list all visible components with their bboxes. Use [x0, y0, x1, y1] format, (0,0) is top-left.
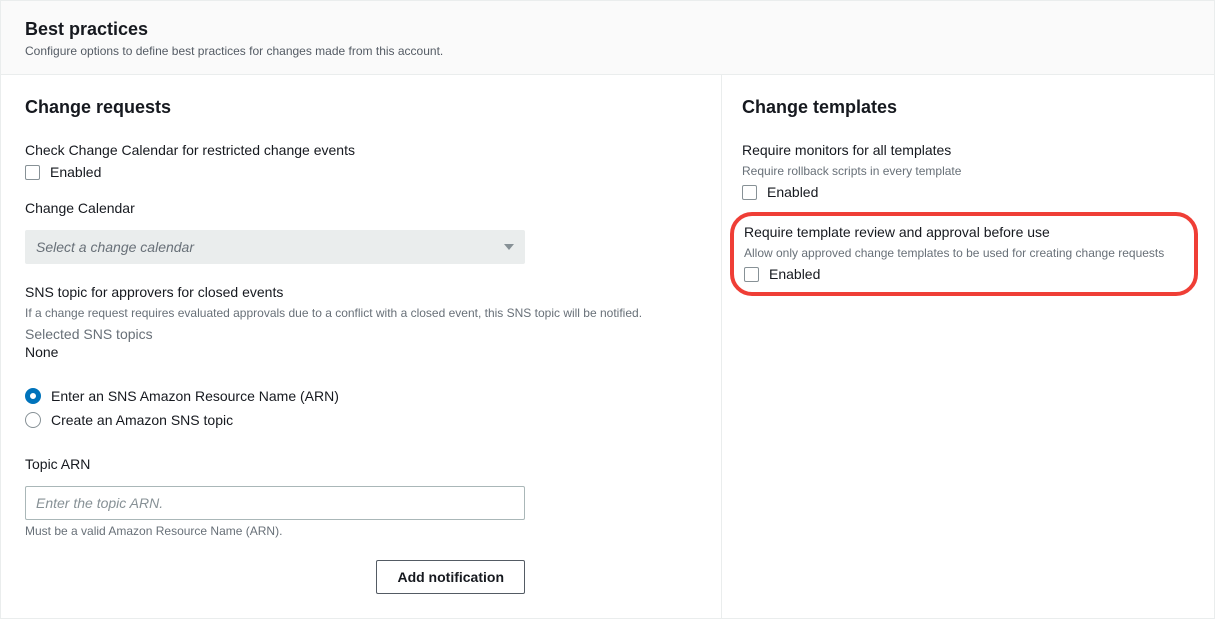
change-requests-section: Change requests Check Change Calendar fo…	[1, 75, 721, 618]
require-monitors-block: Require monitors for all templates Requi…	[742, 142, 1190, 200]
require-monitors-enabled-label: Enabled	[767, 184, 818, 200]
change-templates-title: Change templates	[742, 97, 1190, 118]
topic-arn-hint: Must be a valid Amazon Resource Name (AR…	[25, 524, 697, 538]
panel-subtitle: Configure options to define best practic…	[25, 44, 1190, 58]
chevron-down-icon	[504, 244, 514, 250]
add-notification-button[interactable]: Add notification	[376, 560, 525, 594]
create-topic-radio-label: Create an Amazon SNS topic	[51, 412, 233, 428]
check-calendar-enabled-label: Enabled	[50, 164, 101, 180]
check-calendar-checkbox[interactable]	[25, 165, 40, 180]
require-review-highlight: Require template review and approval bef…	[730, 212, 1198, 296]
change-calendar-select[interactable]: Select a change calendar	[25, 230, 525, 264]
require-review-label: Require template review and approval bef…	[744, 224, 1180, 240]
require-monitors-help: Require rollback scripts in every templa…	[742, 164, 1190, 178]
panel-title: Best practices	[25, 19, 1190, 40]
require-review-enabled-label: Enabled	[769, 266, 820, 282]
enter-arn-radio[interactable]	[25, 388, 41, 404]
sns-topic-label: SNS topic for approvers for closed event…	[25, 284, 697, 300]
check-calendar-label: Check Change Calendar for restricted cha…	[25, 142, 697, 158]
require-monitors-label: Require monitors for all templates	[742, 142, 1190, 158]
topic-arn-input[interactable]	[25, 486, 525, 520]
panel-body: Change requests Check Change Calendar fo…	[1, 75, 1214, 618]
require-review-block: Require template review and approval bef…	[744, 224, 1180, 282]
change-calendar-placeholder: Select a change calendar	[36, 239, 194, 255]
selected-sns-value: None	[25, 344, 697, 360]
sns-topic-help: If a change request requires evaluated a…	[25, 306, 697, 320]
change-calendar-field-label: Change Calendar	[25, 200, 697, 216]
require-monitors-checkbox[interactable]	[742, 185, 757, 200]
panel-header: Best practices Configure options to defi…	[1, 1, 1214, 75]
change-templates-section: Change templates Require monitors for al…	[721, 75, 1214, 618]
require-review-help: Allow only approved change templates to …	[744, 246, 1180, 260]
change-requests-title: Change requests	[25, 97, 697, 118]
require-review-checkbox[interactable]	[744, 267, 759, 282]
topic-arn-label: Topic ARN	[25, 456, 697, 472]
best-practices-panel: Best practices Configure options to defi…	[0, 0, 1215, 619]
create-topic-radio[interactable]	[25, 412, 41, 428]
enter-arn-radio-label: Enter an SNS Amazon Resource Name (ARN)	[51, 388, 339, 404]
selected-sns-label: Selected SNS topics	[25, 326, 697, 342]
